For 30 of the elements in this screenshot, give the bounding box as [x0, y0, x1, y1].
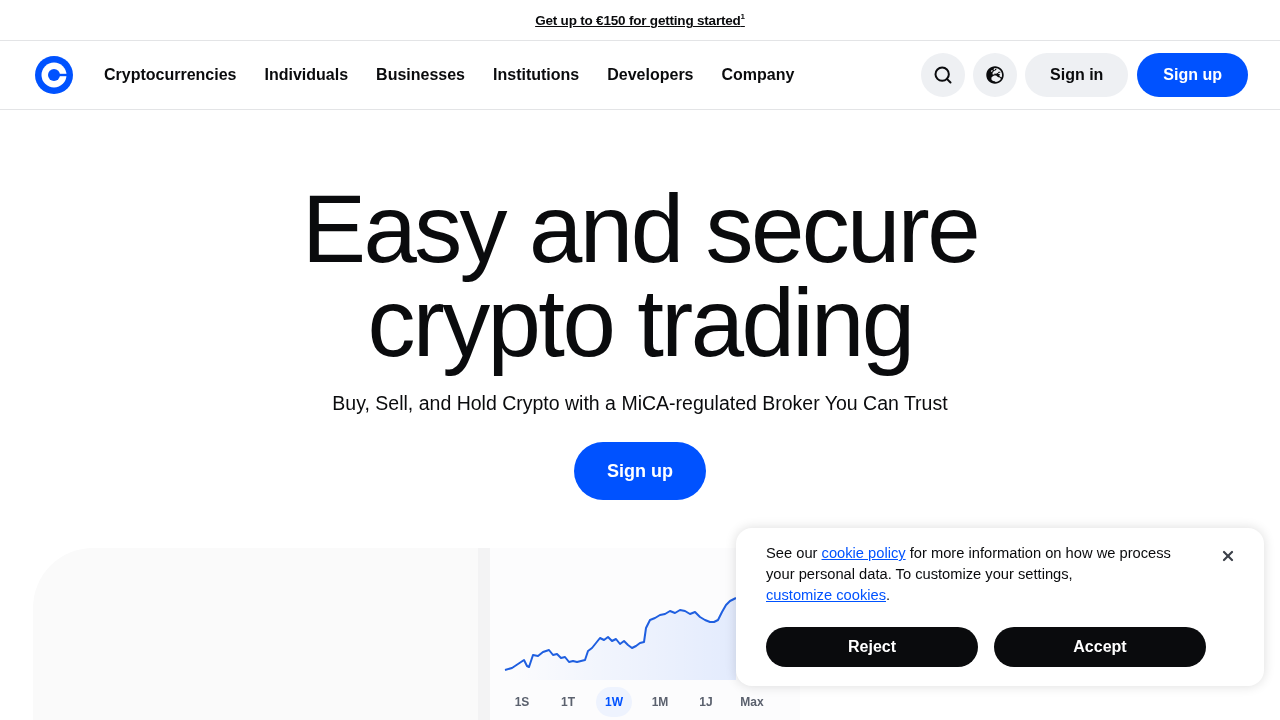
close-button[interactable]: [1220, 548, 1236, 564]
nav-link[interactable]: Developers: [607, 66, 694, 84]
nav-link[interactable]: Company: [721, 66, 795, 84]
sign-up-button[interactable]: Sign up: [1137, 53, 1248, 97]
globe-icon: [986, 66, 1004, 84]
time-range-tab[interactable]: 1M: [642, 687, 678, 717]
time-range-tab[interactable]: Max: [734, 687, 770, 717]
nav-link[interactable]: Cryptocurrencies: [104, 66, 237, 84]
nav-link[interactable]: Institutions: [493, 66, 580, 84]
nav-link[interactable]: Businesses: [376, 66, 465, 84]
hero-subtitle: Buy, Sell, and Hold Crypto with a MiCA-regulated Broker You Can Trust: [332, 391, 948, 416]
language-button[interactable]: [973, 53, 1017, 97]
search-button[interactable]: [921, 53, 965, 97]
close-icon: [1220, 548, 1236, 564]
nav-link[interactable]: Individuals: [264, 66, 349, 84]
cookie-policy-link[interactable]: cookie policy: [821, 545, 906, 561]
hero-sign-up-button[interactable]: Sign up: [574, 442, 706, 500]
promo-link[interactable]: Get up to €150 for getting started$^{1}$: [535, 12, 745, 28]
cookie-notice-text: See our cookie policy for more information on how we process your personal data. To customize your settings, customize cookies.: [766, 544, 1172, 605]
search-icon: [933, 65, 953, 85]
logo-icon[interactable]: [35, 56, 73, 94]
hero-title: Easy and secure crypto trading: [300, 178, 980, 378]
time-range-tab[interactable]: 1W: [596, 687, 632, 717]
time-range-tab[interactable]: 1J: [688, 687, 724, 717]
time-range-tab[interactable]: 1T: [550, 687, 586, 717]
time-range-tab[interactable]: 1S: [504, 687, 540, 717]
reject-button[interactable]: Reject: [766, 627, 978, 667]
customize-cookies-link[interactable]: customize cookies: [766, 587, 886, 603]
accept-button[interactable]: Accept: [994, 627, 1206, 667]
sign-in-button[interactable]: Sign in: [1025, 53, 1129, 97]
